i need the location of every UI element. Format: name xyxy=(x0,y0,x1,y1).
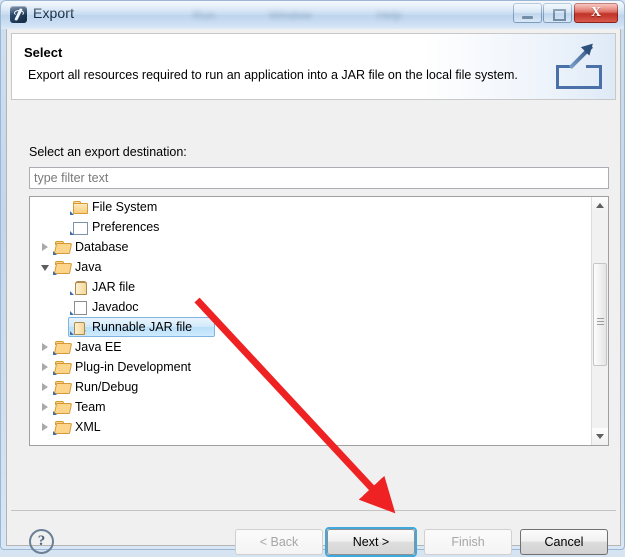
tree-item-run-debug[interactable]: Run/Debug xyxy=(30,377,592,397)
tree-item-label: JAR file xyxy=(92,280,136,294)
folder-open-icon xyxy=(53,339,71,355)
tree-item-label: XML xyxy=(75,420,101,434)
tree-item-label: Run/Debug xyxy=(75,380,139,394)
tree-scroll-area: File System Preferences Database Java JAR fi… xyxy=(30,197,592,445)
dialog-body: Select Export all resources required to … xyxy=(6,29,621,557)
finish-button[interactable]: Finish xyxy=(424,529,512,555)
tree-item-database[interactable]: Database xyxy=(30,237,592,257)
runnable-jar-icon xyxy=(70,319,88,335)
expand-arrow-closed-icon[interactable] xyxy=(39,397,51,417)
tree-item-label: File System xyxy=(92,200,158,214)
scroll-down-icon[interactable] xyxy=(592,428,608,445)
help-icon[interactable]: ? xyxy=(29,529,54,554)
tree-vertical-scrollbar[interactable] xyxy=(591,197,608,445)
folder-open-icon xyxy=(53,359,71,375)
tree-item-xml[interactable]: XML xyxy=(30,417,592,437)
folder-open-icon xyxy=(53,259,71,275)
tree-item-label: Runnable JAR file xyxy=(92,320,193,334)
page-title: Select xyxy=(24,45,63,60)
expand-arrow-closed-icon[interactable] xyxy=(39,357,51,377)
expand-arrow-open-icon[interactable] xyxy=(39,257,51,277)
wizard-banner: Select Export all resources required to … xyxy=(11,33,616,100)
tree-item-preferences[interactable]: Preferences xyxy=(30,217,592,237)
tree-item-java[interactable]: Java xyxy=(30,257,592,277)
expand-arrow-closed-icon[interactable] xyxy=(39,237,51,257)
eclipse-icon xyxy=(10,6,27,23)
folder-open-icon xyxy=(53,399,71,415)
tree-item-label: Javadoc xyxy=(92,300,139,314)
tree-item-label: Plug-in Development xyxy=(75,360,192,374)
export-destination-tree[interactable]: File System Preferences Database Java JAR fi… xyxy=(29,196,609,446)
tree-item-jar-file[interactable]: JAR file xyxy=(30,277,592,297)
folder-open-icon xyxy=(53,239,71,255)
tree-item-label: Java EE xyxy=(75,340,122,354)
expand-arrow-closed-icon[interactable] xyxy=(39,377,51,397)
javadoc-icon xyxy=(70,299,88,315)
tree-item-label: Preferences xyxy=(92,220,160,234)
ghost-menu-run: Run xyxy=(193,8,216,22)
maximize-button[interactable] xyxy=(543,3,572,23)
next-button[interactable]: Next > xyxy=(327,529,415,555)
scroll-up-icon[interactable] xyxy=(592,197,608,214)
folder-open-icon xyxy=(53,419,71,435)
tree-item-file-system[interactable]: File System xyxy=(30,197,592,217)
scrollbar-thumb[interactable] xyxy=(593,263,607,366)
folder-open-icon xyxy=(53,379,71,395)
tree-item-plug-in-development[interactable]: Plug-in Development xyxy=(30,357,592,377)
tree-item-label: Database xyxy=(75,240,129,254)
ghost-menu-window: Window xyxy=(269,8,312,22)
ghost-menu-help: Help xyxy=(377,8,402,22)
window-title: Export xyxy=(33,5,75,21)
folder-closed-icon xyxy=(70,199,88,215)
title-bar: Export Run Window Help X xyxy=(1,1,624,29)
tree-item-label: Team xyxy=(75,400,106,414)
preferences-icon xyxy=(70,219,88,235)
tree-item-java-ee[interactable]: Java EE xyxy=(30,337,592,357)
close-button[interactable]: X xyxy=(574,3,618,23)
close-icon: X xyxy=(590,5,602,20)
tree-item-team[interactable]: Team xyxy=(30,397,592,417)
tree-item-javadoc[interactable]: Javadoc xyxy=(30,297,592,317)
expand-arrow-closed-icon[interactable] xyxy=(39,417,51,437)
tree-item-runnable-jar-file[interactable]: Runnable JAR file xyxy=(30,317,592,337)
jar-icon xyxy=(70,279,88,295)
tree-item-label: Java xyxy=(75,260,102,274)
expand-arrow-closed-icon[interactable] xyxy=(39,337,51,357)
footer-divider xyxy=(11,510,616,511)
page-description: Export all resources required to run an … xyxy=(28,68,518,82)
cancel-button[interactable]: Cancel xyxy=(520,529,608,555)
export-dialog-window: Export Run Window Help X Select Export a… xyxy=(0,0,625,557)
destination-label: Select an export destination: xyxy=(29,145,187,159)
export-wizard-icon xyxy=(551,39,607,95)
back-button[interactable]: < Back xyxy=(235,529,323,555)
filter-input[interactable] xyxy=(29,167,609,189)
minimize-button[interactable] xyxy=(513,3,542,23)
